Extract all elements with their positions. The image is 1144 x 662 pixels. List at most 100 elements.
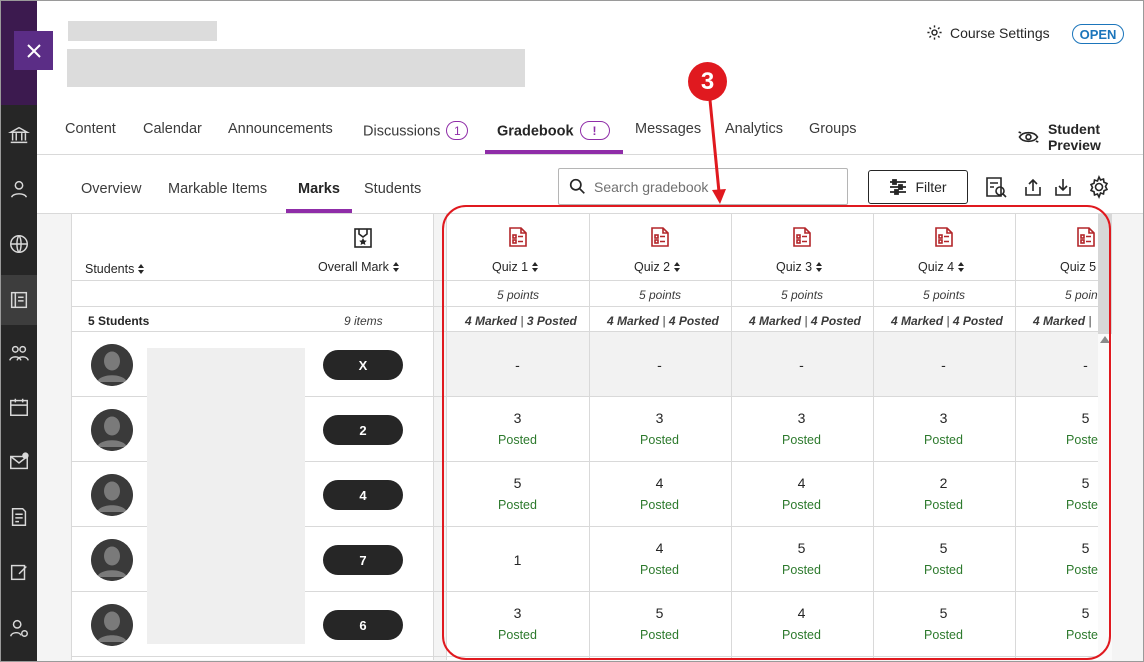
- overall-mark-column-header[interactable]: Overall Mark: [318, 260, 400, 274]
- overall-header-label: Overall Mark: [318, 260, 389, 274]
- grade-cell[interactable]: 4 Posted: [589, 475, 730, 512]
- grade-cell[interactable]: 5 Posted: [1015, 475, 1144, 512]
- grid-line: [72, 306, 1098, 307]
- grade-cell[interactable]: 5 Posted: [873, 605, 1014, 642]
- students-header-label: Students: [85, 262, 135, 276]
- subtab-markable-items[interactable]: Markable Items: [168, 181, 267, 197]
- grade-cell[interactable]: 3 Posted: [873, 410, 1014, 447]
- settings-gear-icon: [1089, 175, 1109, 199]
- posted-count: 4 Posted: [810, 314, 861, 328]
- tab-analytics[interactable]: Analytics: [725, 121, 783, 137]
- filter-button[interactable]: Filter: [868, 170, 968, 204]
- overall-mark-pill[interactable]: 7: [323, 545, 403, 575]
- grade-status: Posted: [782, 433, 821, 447]
- overall-mark-pill[interactable]: 4: [323, 480, 403, 510]
- grade-cell[interactable]: 4 Posted: [731, 605, 872, 642]
- grade-cell[interactable]: 3 Posted: [731, 410, 872, 447]
- grade-cell[interactable]: 3 Posted: [589, 410, 730, 447]
- upload-button[interactable]: [1020, 174, 1046, 200]
- quiz-column-header[interactable]: Quiz 1: [492, 260, 539, 274]
- overall-mark-pill[interactable]: 6: [323, 610, 403, 640]
- grade-cell[interactable]: 1: [447, 552, 588, 568]
- gradebook-settings-button[interactable]: [1086, 174, 1112, 200]
- institution-icon[interactable]: [8, 124, 30, 146]
- grade-cell[interactable]: 5 Posted: [731, 540, 872, 577]
- grading-view-button[interactable]: [983, 174, 1009, 200]
- quiz-column-header[interactable]: Quiz 4: [918, 260, 965, 274]
- document-search-icon: [986, 177, 1007, 198]
- overall-mark-pill[interactable]: 2: [323, 415, 403, 445]
- discussions-count-badge: 1: [446, 121, 469, 140]
- avatar[interactable]: [91, 409, 133, 451]
- tab-calendar[interactable]: Calendar: [143, 121, 202, 137]
- students-column-header[interactable]: Students: [85, 262, 145, 276]
- scroll-up-arrow[interactable]: [1100, 336, 1110, 343]
- search-input[interactable]: [594, 178, 814, 195]
- grade-status: Posted: [498, 498, 537, 512]
- quiz-points: 5 points: [497, 288, 540, 302]
- vertical-scrollbar[interactable]: [1098, 214, 1112, 660]
- grade-cell[interactable]: 4 Posted: [589, 540, 730, 577]
- grade-cell[interactable]: 5 Posted: [1015, 410, 1144, 447]
- grade-cell[interactable]: 3 Posted: [447, 410, 588, 447]
- grade-value: 5: [939, 540, 948, 556]
- assignments-icon[interactable]: [8, 561, 30, 583]
- grade-cell[interactable]: 5 Posted: [1015, 540, 1144, 577]
- grade-cell[interactable]: 5 Posted: [1015, 605, 1144, 642]
- download-button[interactable]: [1050, 174, 1076, 200]
- subtab-students[interactable]: Students: [364, 181, 421, 197]
- user-settings-icon[interactable]: [8, 617, 30, 639]
- marked-count: 4 Marked: [891, 314, 944, 328]
- tab-groups[interactable]: Groups: [809, 121, 857, 137]
- course-status-badge[interactable]: OPEN: [1072, 24, 1124, 44]
- grade-cell[interactable]: -: [447, 357, 588, 373]
- messages-icon[interactable]: [8, 451, 30, 473]
- grade-cell[interactable]: 3 Posted: [447, 605, 588, 642]
- grades-icon[interactable]: [8, 506, 30, 528]
- globe-icon[interactable]: [8, 233, 30, 255]
- grade-status: Posted: [640, 498, 679, 512]
- grade-status: Posted: [1066, 433, 1105, 447]
- avatar[interactable]: [91, 539, 133, 581]
- student-preview-button[interactable]: Student Preview: [1017, 121, 1144, 153]
- avatar[interactable]: [91, 604, 133, 646]
- grade-cell[interactable]: -: [873, 357, 1014, 373]
- tab-messages[interactable]: Messages: [635, 121, 701, 137]
- courses-icon[interactable]: [8, 289, 30, 311]
- close-button[interactable]: [14, 31, 53, 70]
- course-settings-button[interactable]: Course Settings: [926, 24, 1050, 41]
- organizations-icon[interactable]: [8, 342, 30, 364]
- grade-cell[interactable]: 4 Posted: [731, 475, 872, 512]
- grade-value: 5: [939, 605, 948, 621]
- quiz-column-header[interactable]: Quiz 2: [634, 260, 681, 274]
- profile-icon[interactable]: [8, 178, 30, 200]
- quiz-icon: [1076, 226, 1096, 248]
- grade-value: -: [799, 357, 804, 373]
- grade-cell[interactable]: -: [731, 357, 872, 373]
- marked-count: 4 Marked: [749, 314, 802, 328]
- quiz-status-summary: 4 Marked | 4 Posted: [607, 314, 719, 328]
- calendar-icon[interactable]: [8, 396, 30, 418]
- tab-discussions[interactable]: Discussions 1: [363, 121, 469, 140]
- avatar[interactable]: [91, 344, 133, 386]
- grade-cell[interactable]: -: [589, 357, 730, 373]
- tab-announcements[interactable]: Announcements: [228, 121, 333, 137]
- grade-cell[interactable]: 5 Posted: [589, 605, 730, 642]
- grade-value: 4: [797, 605, 806, 621]
- overall-mark-pill[interactable]: X: [323, 350, 403, 380]
- marked-count: 4 Marked: [607, 314, 660, 328]
- grade-value: -: [1083, 357, 1088, 373]
- quiz-column-header[interactable]: Quiz 3: [776, 260, 823, 274]
- quiz-points: 5 points: [781, 288, 824, 302]
- grade-cell[interactable]: 5 Posted: [447, 475, 588, 512]
- tab-content[interactable]: Content: [65, 121, 116, 137]
- subtab-overview[interactable]: Overview: [81, 181, 141, 197]
- grade-status: Posted: [640, 563, 679, 577]
- subtab-marks[interactable]: Marks: [298, 181, 340, 197]
- grade-cell[interactable]: 5 Posted: [873, 540, 1014, 577]
- grade-cell[interactable]: 2 Posted: [873, 475, 1014, 512]
- tab-gradebook[interactable]: Gradebook!: [497, 121, 610, 140]
- quiz-status-summary: 4 Marked | 3 Posted: [465, 314, 577, 328]
- avatar[interactable]: [91, 474, 133, 516]
- grade-cell[interactable]: -: [1015, 357, 1144, 373]
